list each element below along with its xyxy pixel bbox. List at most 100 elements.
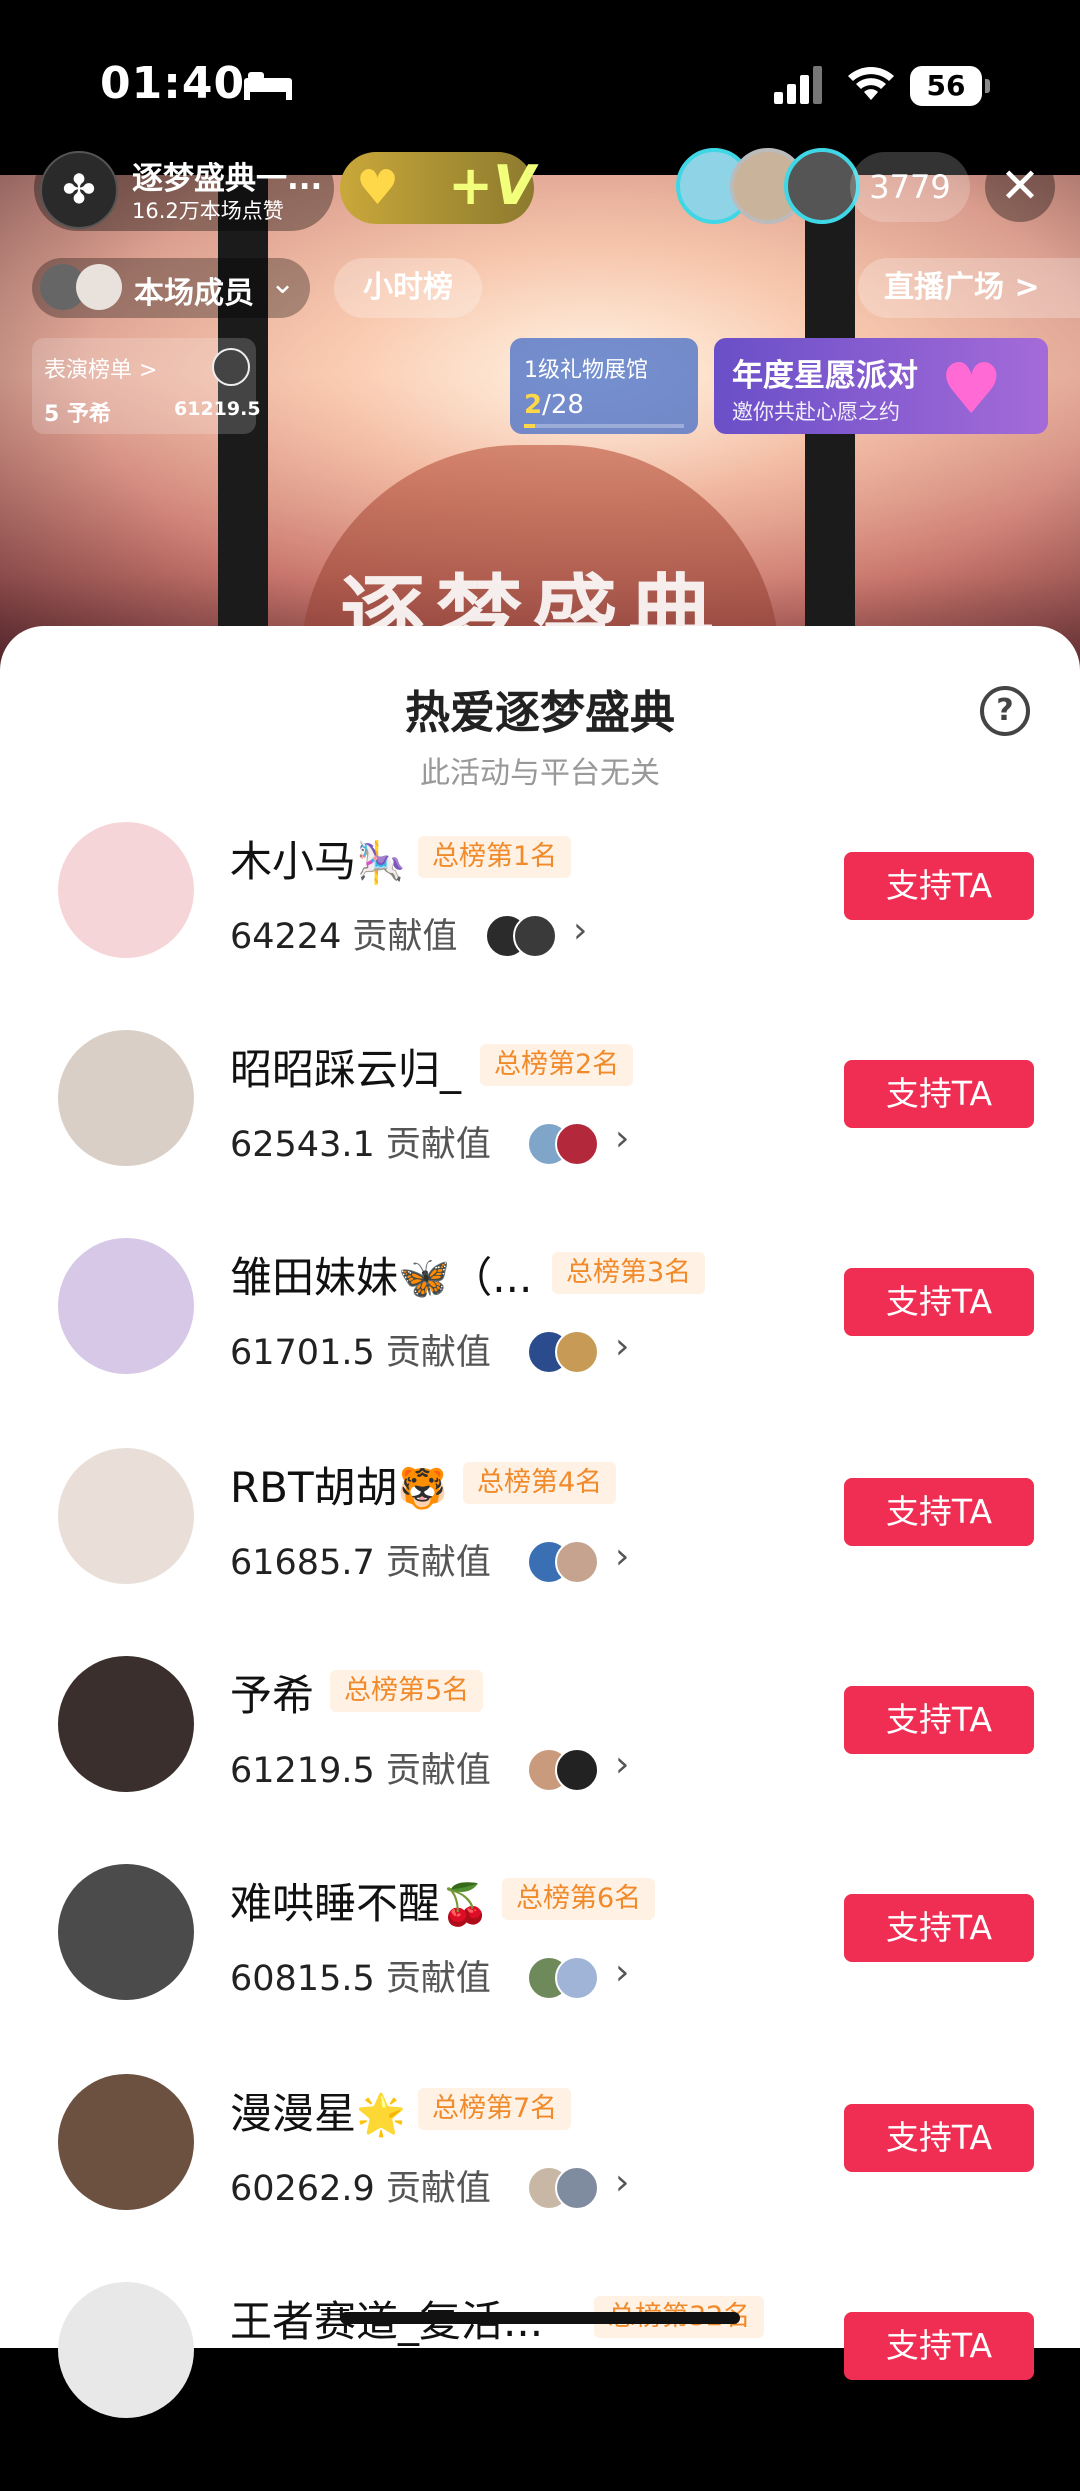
supporter-avatar (555, 1748, 599, 1792)
user-name[interactable]: 昭昭踩云归_ (230, 1036, 461, 1097)
status-time: 01:40 (100, 58, 246, 109)
sheet-title: 热爱逐梦盛典 (404, 686, 675, 739)
avatar[interactable] (58, 1030, 194, 1166)
viewer-count[interactable]: 3779 (850, 152, 970, 222)
name-emoji: 🐯 (397, 1466, 448, 1512)
contribution-score: 61219.5 贡献值 (230, 1751, 491, 1791)
rank-badge: 总榜第2名 (480, 1044, 634, 1086)
heart-icon: ♥ (356, 160, 400, 216)
gift-hall-card[interactable]: 1级礼物展馆 2/28 (510, 338, 698, 434)
gift-hall-progress-bar (524, 424, 684, 428)
sheet-subtitle: 此活动与平台无关 (420, 756, 660, 791)
list-item[interactable]: 予希 总榜第5名 61219.5 贡献值 › 支持TA (0, 1656, 1080, 1865)
list-item[interactable]: RBT胡胡🐯 总榜第4名 61685.7 贡献值 › 支持TA (0, 1448, 1080, 1657)
supporter-avatar (555, 1540, 599, 1584)
chevron-right-icon[interactable]: › (615, 2162, 629, 2203)
supporter-avatar (555, 2166, 599, 2210)
chevron-right-icon[interactable]: › (615, 1952, 629, 1993)
name-emoji: 🎠 (356, 840, 406, 886)
contribution-score: 64224 贡献值 (230, 917, 458, 957)
name-emoji: 🌟 (356, 2092, 406, 2138)
list-item[interactable]: 昭昭踩云归_ 总榜第2名 62543.1 贡献值 › 支持TA (0, 1030, 1080, 1239)
chevron-right-icon[interactable]: › (615, 1536, 629, 1577)
host-avatar[interactable]: ✤ (40, 151, 118, 229)
home-indicator (340, 2312, 740, 2324)
rank-badge: 总榜第5名 (330, 1670, 484, 1712)
battery-indicator: 56 (910, 66, 990, 106)
contribution-score: 60262.9 贡献值 (230, 2169, 491, 2209)
cellular-signal-icon (774, 66, 822, 104)
rank-badge: 总榜第1名 (418, 836, 572, 878)
help-icon[interactable]: ? (980, 686, 1030, 736)
sleep-focus-icon (244, 72, 292, 100)
gift-hall-title: 1级礼物展馆 (524, 358, 648, 383)
rank-badge: 总榜第4名 (463, 1462, 617, 1504)
avatar[interactable] (58, 1448, 194, 1584)
party-title: 年度星愿派对 (732, 358, 918, 394)
host-likes: 16.2万本场点赞 (132, 199, 284, 223)
user-name[interactable]: RBT胡胡🐯 (230, 1454, 447, 1515)
chevron-right-icon[interactable]: › (615, 1744, 629, 1785)
hourly-rank-button[interactable]: 小时榜 (334, 258, 482, 318)
gift-hall-progress-text: 2/28 (524, 390, 584, 420)
perf-name: 5 予希 (44, 402, 111, 427)
members-button[interactable]: 本场成员 ⌄ (32, 258, 310, 318)
list-item[interactable]: 难哄睡不醒🍒 总榜第6名 60815.5 贡献值 › 支持TA (0, 1864, 1080, 2073)
list-item[interactable]: 木小马🎠 总榜第1名 64224 贡献值 › 支持TA (0, 822, 1080, 1031)
performance-rank-card[interactable]: 表演榜单 > 5 予希 61219.5 (32, 338, 261, 434)
contribution-score: 61701.5 贡献值 (230, 1333, 491, 1373)
rank-badge: 总榜第3名 (552, 1252, 706, 1294)
host-name: 逐梦盛典一... (132, 161, 323, 197)
support-button[interactable]: 支持TA (844, 1686, 1034, 1754)
party-subtitle: 邀你共赴心愿之约 (732, 400, 900, 424)
viewer-avatar[interactable] (784, 148, 860, 224)
supporter-avatar (555, 1956, 599, 2000)
perf-title: 表演榜单 > (44, 358, 158, 383)
rank-badge: 总榜第6名 (502, 1878, 656, 1920)
support-button[interactable]: 支持TA (844, 2104, 1034, 2172)
support-button[interactable]: 支持TA (844, 1894, 1034, 1962)
list-item[interactable]: 雏田妹妹🦋（... 总榜第3名 61701.5 贡献值 › 支持TA (0, 1238, 1080, 1447)
chevron-right-icon[interactable]: › (573, 910, 587, 951)
user-name[interactable]: 予希 (230, 1662, 314, 1723)
heart-icon: ♥ (940, 348, 1003, 430)
support-button[interactable]: 支持TA (844, 1060, 1034, 1128)
vip-v-icon: +V (448, 154, 536, 217)
wifi-icon (848, 67, 894, 100)
chevron-right-icon[interactable]: › (615, 1118, 629, 1159)
close-button[interactable]: ✕ (985, 152, 1055, 222)
supporter-avatar (555, 1122, 599, 1166)
user-name[interactable]: 难哄睡不醒🍒 (230, 1870, 490, 1931)
user-name[interactable]: 雏田妹妹🦋（... (230, 1244, 532, 1305)
perf-score: 61219.5 (174, 398, 261, 420)
contribution-score: 62543.1 贡献值 (230, 1125, 491, 1165)
avatar[interactable] (58, 822, 194, 958)
support-button[interactable]: 支持TA (844, 852, 1034, 920)
supporter-avatar (555, 1330, 599, 1374)
support-button[interactable]: 支持TA (844, 1268, 1034, 1336)
name-emoji: 🍒 (440, 1882, 490, 1928)
fan-club-badge[interactable]: ♥ +V (340, 152, 536, 224)
perf-avatar (212, 348, 250, 386)
support-button[interactable]: 支持TA (844, 1478, 1034, 1546)
list-item[interactable]: 漫漫星🌟 总榜第7名 60262.9 贡献值 › 支持TA (0, 2074, 1080, 2283)
avatar[interactable] (58, 1864, 194, 2000)
host-info[interactable]: ✤ 逐梦盛典一... 16.2万本场点赞 (34, 145, 334, 231)
avatar[interactable] (58, 1238, 194, 1374)
star-wish-party-banner[interactable]: 年度星愿派对 邀你共赴心愿之约 ♥ (714, 338, 1048, 434)
avatar[interactable] (58, 2074, 194, 2210)
rank-badge: 总榜第7名 (418, 2088, 572, 2130)
avatar[interactable] (58, 2282, 194, 2418)
chevron-down-icon: ⌄ (270, 266, 296, 301)
support-button[interactable]: 支持TA (844, 2312, 1034, 2380)
leaderboard-sheet: 热爱逐梦盛典 此活动与平台无关 ? 木小马🎠 总榜第1名 64224 贡献值 › 支持T… (0, 626, 1080, 2418)
members-label: 本场成员 (134, 276, 254, 311)
live-square-button[interactable]: 直播广场 > (858, 258, 1080, 318)
contribution-score: 61685.7 贡献值 (230, 1543, 491, 1583)
user-name[interactable]: 漫漫星🌟 (230, 2080, 406, 2141)
user-name[interactable]: 木小马🎠 (230, 828, 406, 889)
member-avatar (76, 264, 122, 310)
chevron-right-icon[interactable]: › (615, 1326, 629, 1367)
avatar[interactable] (58, 1656, 194, 1792)
supporter-avatar (513, 914, 557, 958)
